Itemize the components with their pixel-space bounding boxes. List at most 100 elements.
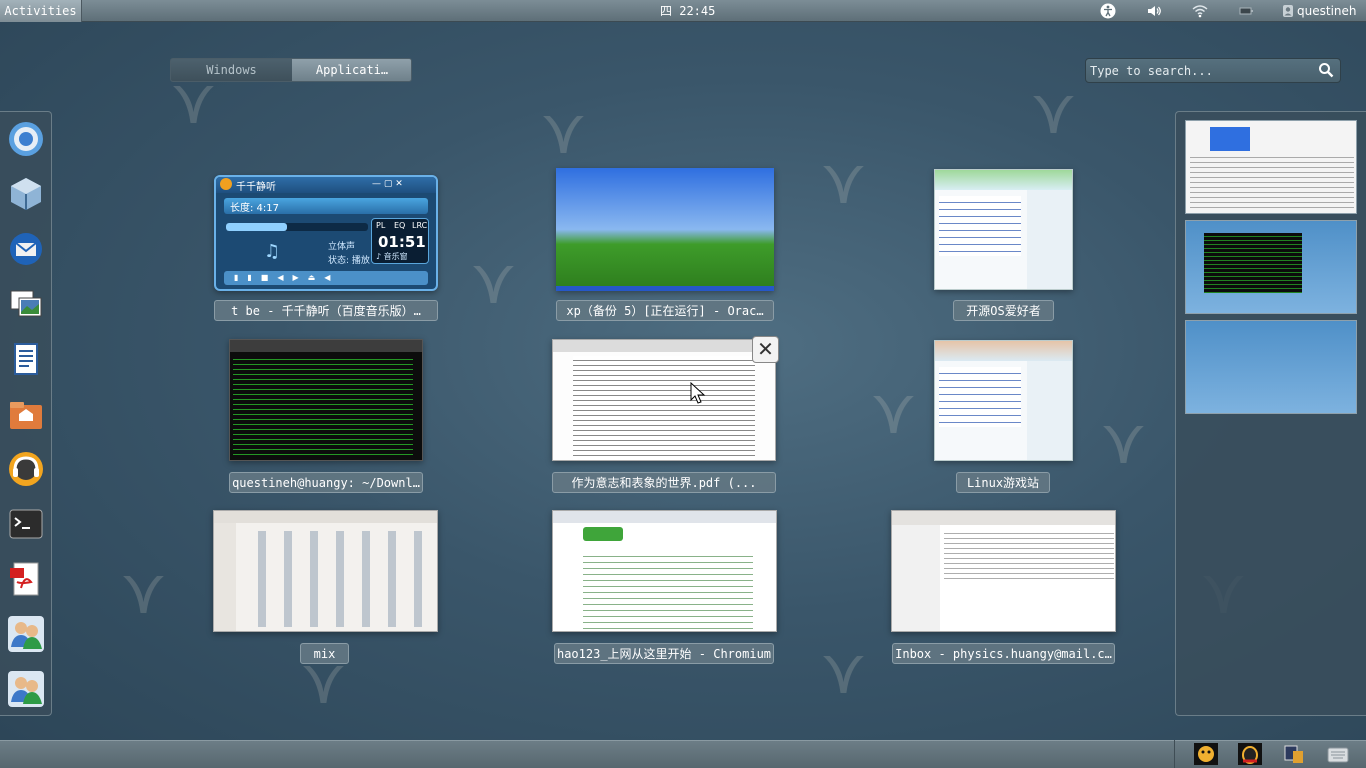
terminal-icon[interactable] (7, 505, 45, 543)
close-window-button[interactable]: ✕ (752, 336, 779, 363)
pdf-reader-icon[interactable] (7, 560, 45, 598)
activities-button[interactable]: Activities (0, 0, 82, 22)
window-thumbnail-file-manager[interactable] (213, 510, 438, 632)
qq-chat-icon[interactable] (1238, 743, 1262, 765)
battery-icon[interactable] (1238, 3, 1254, 19)
notification-icon[interactable] (1282, 743, 1306, 765)
view-selector: Windows Applicati… (170, 58, 412, 82)
window-caption[interactable]: Linux游戏站 (956, 472, 1050, 493)
player-logo-icon (220, 178, 232, 190)
terminal-output (233, 355, 413, 455)
player-music-window[interactable]: ♪ 音乐窗 (376, 251, 408, 262)
window-thumbnail-browser[interactable] (552, 510, 777, 632)
bird-decoration: ⋎ (820, 145, 867, 219)
window-thumbnail-pdf-viewer[interactable] (552, 339, 776, 461)
mail-toolbar (892, 511, 1115, 525)
window-caption[interactable]: 开源OS爱好者 (953, 300, 1054, 321)
user-icon[interactable] (1280, 3, 1296, 19)
window-caption[interactable]: Inbox - physics.huangy@mail.c… (892, 643, 1115, 664)
player-titlebar: 千千静听 — ▢ ✕ (216, 177, 436, 193)
window-thumbnail-virtualbox-xp[interactable] (556, 168, 774, 291)
mouse-cursor-icon (690, 382, 706, 404)
workspace-window-preview (1210, 127, 1250, 151)
window-caption[interactable]: 作为意志和表象的世界.pdf (... (552, 472, 776, 493)
search-box (1085, 58, 1341, 83)
dash (0, 111, 52, 716)
user-menu[interactable]: questineh (1297, 0, 1357, 22)
progress-fill (226, 223, 288, 231)
tab-applications[interactable]: Applicati… (292, 59, 411, 81)
volume-icon[interactable] (1146, 3, 1162, 19)
player-time: 01:51 (378, 233, 426, 251)
file-icons-grid (244, 531, 434, 627)
player-status: 状态: 播放 (328, 256, 370, 266)
workspace-2[interactable] (1185, 220, 1357, 314)
bird-decoration: ⋎ (820, 635, 867, 709)
music-note-icon: ♫ (264, 241, 281, 262)
accessibility-icon[interactable] (1100, 3, 1116, 19)
window-thumbnail-terminal[interactable] (229, 339, 423, 461)
tab-windows[interactable]: Windows (171, 59, 292, 81)
window-thumbnail-music-player[interactable]: 千千静听 — ▢ ✕ 长度: 4:17 ♫ 立体声 状态: 播放 PL EQ L… (214, 175, 438, 291)
file-manager-toolbar (214, 511, 437, 523)
bird-decoration: ⋎ (120, 555, 167, 629)
top-panel: Activities 四 22:45 questineh (0, 0, 1366, 22)
window-caption[interactable]: questineh@huangy: ~/Downl… (229, 472, 423, 493)
player-tab-eq[interactable]: EQ (394, 221, 405, 230)
workspace-3[interactable] (1185, 320, 1357, 414)
pdf-page (573, 356, 755, 460)
site-logo (583, 527, 623, 541)
qq-penguin-icon[interactable] (1194, 743, 1218, 765)
workspace-terminal-preview (1204, 233, 1302, 293)
workspace-window-preview (1190, 153, 1354, 209)
contacts-icon[interactable] (7, 615, 45, 653)
search-input[interactable] (1090, 62, 1316, 80)
image-viewer-icon[interactable] (7, 285, 45, 323)
xp-taskbar (556, 286, 774, 291)
chromium-icon[interactable] (7, 120, 45, 158)
workspace-1[interactable] (1185, 120, 1357, 214)
mail-message-list (944, 529, 1114, 579)
bird-decoration: ⋎ (1030, 75, 1077, 149)
window-thumbnail-qq-chat[interactable] (934, 169, 1073, 290)
message-tray (0, 740, 1366, 768)
window-thumbnail-mail-client[interactable] (891, 510, 1116, 632)
virtualbox-icon[interactable] (7, 175, 45, 213)
qq-member-list (1027, 361, 1072, 460)
player-controls-icon[interactable]: ▮▮■◀▶⏏◀ (224, 271, 428, 285)
bird-decoration: ⋎ (470, 245, 517, 319)
window-controls-icon: — ▢ ✕ (372, 179, 403, 189)
search-icon[interactable] (1318, 62, 1334, 78)
pdf-toolbar (553, 340, 775, 352)
qq-header (935, 341, 1072, 361)
window-caption[interactable]: mix (300, 643, 349, 664)
window-caption[interactable]: hao123_上网从这里开始 - Chromium (554, 643, 774, 664)
clock[interactable]: 四 22:45 (660, 0, 715, 22)
tray-divider (1174, 740, 1175, 768)
player-length: 长度: 4:17 (230, 203, 280, 214)
bird-decoration: ⋎ (870, 375, 917, 449)
player-tab-lrc[interactable]: LRC (412, 221, 427, 230)
site-links (583, 551, 753, 631)
bird-decoration: ⋎ (540, 95, 587, 169)
music-player-icon[interactable] (7, 450, 45, 488)
network-wireless-icon[interactable] (1192, 3, 1208, 19)
text-editor-icon[interactable] (7, 340, 45, 378)
player-channels: 立体声 (328, 242, 356, 252)
keyboard-icon[interactable] (1326, 743, 1350, 765)
qq-messages (939, 367, 1021, 427)
workspace-switcher (1175, 111, 1366, 716)
file-manager-sidebar (214, 523, 236, 631)
window-caption[interactable]: t be - 千千静听（百度音乐版）… (214, 300, 438, 321)
thunderbird-icon[interactable] (7, 230, 45, 268)
home-folder-icon[interactable] (7, 395, 45, 433)
progress-track[interactable] (226, 223, 368, 231)
player-tab-pl[interactable]: PL (376, 221, 385, 230)
browser-toolbar (553, 511, 776, 523)
empathy-icon[interactable] (7, 670, 45, 708)
terminal-titlebar (230, 340, 422, 352)
window-caption[interactable]: xp（备份 5）[正在运行] - Orac… (556, 300, 774, 321)
time-display: PL EQ LRC 01:51 ♪ 音乐窗 (371, 218, 429, 264)
mail-folder-pane (892, 525, 940, 631)
window-thumbnail-qq-chat[interactable] (934, 340, 1073, 461)
